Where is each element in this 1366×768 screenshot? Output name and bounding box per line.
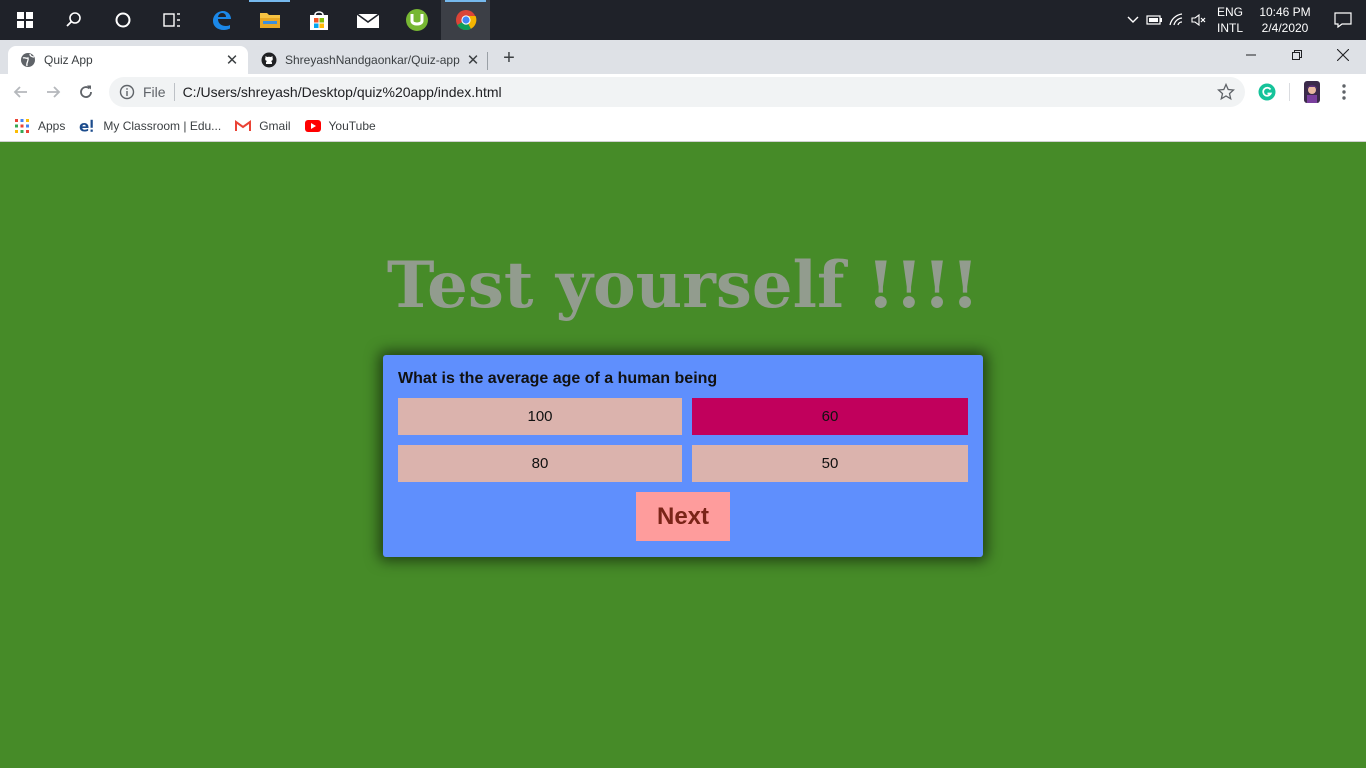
address-bar[interactable]: File C:/Users/shreyash/Desktop/quiz%20ap… <box>109 77 1245 107</box>
close-icon <box>1337 49 1349 61</box>
arrow-right-icon <box>47 86 61 98</box>
search-button[interactable] <box>49 0 98 40</box>
answer-option-1[interactable]: 100 <box>398 398 682 435</box>
edge-taskbar-button[interactable] <box>196 0 245 40</box>
store-icon <box>309 11 328 30</box>
restore-icon <box>1292 50 1302 60</box>
minimize-button[interactable] <box>1228 40 1274 70</box>
bookmark-label: Gmail <box>259 118 291 133</box>
bookmarks-bar: Apps e My Classroom | Edu... Gmail YouTu… <box>0 110 1366 142</box>
show-hidden-icons-button[interactable] <box>1122 0 1144 40</box>
restore-button[interactable] <box>1274 40 1320 70</box>
tab-github-repo[interactable]: ShreyashNandgaonkar/Quiz-app ✕ <box>249 46 489 74</box>
wifi-icon <box>1169 13 1183 26</box>
info-icon[interactable] <box>119 84 135 100</box>
cortana-button[interactable] <box>98 0 147 40</box>
tab-title: Quiz App <box>44 53 93 67</box>
url-scheme-label: File <box>143 84 166 100</box>
grammarly-icon <box>1258 83 1276 101</box>
start-button[interactable] <box>0 0 49 40</box>
plus-icon: + <box>503 46 515 69</box>
bookmark-label: My Classroom | Edu... <box>103 118 222 133</box>
close-tab-icon[interactable]: ✕ <box>463 50 483 70</box>
edureka-icon: e <box>79 117 95 135</box>
battery-icon <box>1146 15 1162 25</box>
minimize-icon <box>1246 54 1256 56</box>
bookmark-gmail[interactable]: Gmail <box>235 118 291 134</box>
more-vertical-icon <box>1342 84 1346 100</box>
tab-divider <box>487 52 488 70</box>
toolbar-divider <box>1289 83 1290 101</box>
reload-icon <box>80 85 92 98</box>
answer-option-3[interactable]: 80 <box>398 445 682 482</box>
battery-tray-button[interactable] <box>1144 0 1166 40</box>
close-window-button[interactable] <box>1320 40 1366 70</box>
chevron-up-icon <box>1127 16 1139 23</box>
quiz-card: What is the average age of a human being… <box>383 355 983 557</box>
windows-logo-icon <box>16 12 33 28</box>
bookmark-youtube[interactable]: YouTube <box>304 118 376 134</box>
new-tab-button[interactable]: + <box>497 46 521 70</box>
question-text: What is the average age of a human being <box>398 370 718 387</box>
folder-icon <box>259 13 280 28</box>
apps-grid-icon <box>14 118 30 134</box>
svg-text:e: e <box>79 117 89 135</box>
store-taskbar-button[interactable] <box>294 0 343 40</box>
bookmark-star-icon[interactable] <box>1217 83 1235 101</box>
browser-tab-strip: Quiz App ✕ ShreyashNandgaonkar/Quiz-app … <box>0 40 1366 74</box>
task-view-button[interactable] <box>147 0 196 40</box>
grammarly-extension-button[interactable] <box>1256 81 1278 103</box>
next-button[interactable]: Next <box>636 492 730 541</box>
file-explorer-taskbar-button[interactable] <box>245 0 294 40</box>
globe-icon <box>20 52 36 68</box>
keyboard-layout: INTL <box>1216 21 1243 35</box>
mail-taskbar-button[interactable] <box>343 0 392 40</box>
action-center-button[interactable] <box>1320 0 1366 40</box>
task-view-icon <box>162 13 180 27</box>
browser-toolbar: File C:/Users/shreyash/Desktop/quiz%20ap… <box>0 74 1366 110</box>
utorrent-icon <box>405 9 428 31</box>
language-code: ENG <box>1216 5 1243 19</box>
notification-icon <box>1334 12 1352 28</box>
back-button[interactable] <box>8 79 34 105</box>
answer-option-4[interactable]: 50 <box>692 445 968 482</box>
youtube-icon <box>304 118 321 134</box>
gmail-icon <box>235 118 252 134</box>
url-separator <box>173 83 175 101</box>
close-tab-icon[interactable]: ✕ <box>222 50 242 70</box>
volume-tray-button[interactable] <box>1188 0 1210 40</box>
forward-button[interactable] <box>40 79 66 105</box>
wifi-tray-button[interactable] <box>1166 0 1188 40</box>
clock-date: 2/4/2020 <box>1261 21 1309 35</box>
bookmark-label: Apps <box>38 118 66 133</box>
system-tray: ENG INTL 10:46 PM 2/4/2020 <box>1122 0 1366 40</box>
arrow-left-icon <box>13 86 27 98</box>
edge-icon <box>212 11 231 30</box>
cortana-icon <box>115 12 130 28</box>
bookmark-my-classroom[interactable]: e My Classroom | Edu... <box>79 117 222 135</box>
windows-taskbar: ENG INTL 10:46 PM 2/4/2020 <box>0 0 1366 40</box>
avatar-icon <box>1304 81 1320 103</box>
profile-avatar-button[interactable] <box>1301 81 1323 103</box>
reload-button[interactable] <box>73 79 99 105</box>
page-title: Test yourself !!!! <box>386 248 980 323</box>
chrome-taskbar-button[interactable] <box>441 0 490 40</box>
bookmark-label: YouTube <box>328 118 376 133</box>
github-icon <box>261 52 277 68</box>
bookmark-apps[interactable]: Apps <box>14 118 65 134</box>
volume-muted-icon <box>1191 13 1206 27</box>
clock-time: 10:46 PM <box>1259 5 1311 19</box>
search-icon <box>65 12 81 27</box>
utorrent-taskbar-button[interactable] <box>392 0 441 40</box>
url-text: C:/Users/shreyash/Desktop/quiz%20app/ind… <box>182 84 502 100</box>
tab-title: ShreyashNandgaonkar/Quiz-app <box>285 53 460 67</box>
taskbar-clock[interactable]: 10:46 PM 2/4/2020 <box>1250 4 1320 36</box>
chrome-menu-button[interactable] <box>1333 81 1355 103</box>
input-language-indicator[interactable]: ENG INTL <box>1210 4 1250 36</box>
mail-icon <box>356 13 379 28</box>
answer-option-2[interactable]: 60 <box>692 398 968 435</box>
chrome-icon <box>455 10 476 31</box>
tab-quiz-app[interactable]: Quiz App ✕ <box>8 46 248 74</box>
